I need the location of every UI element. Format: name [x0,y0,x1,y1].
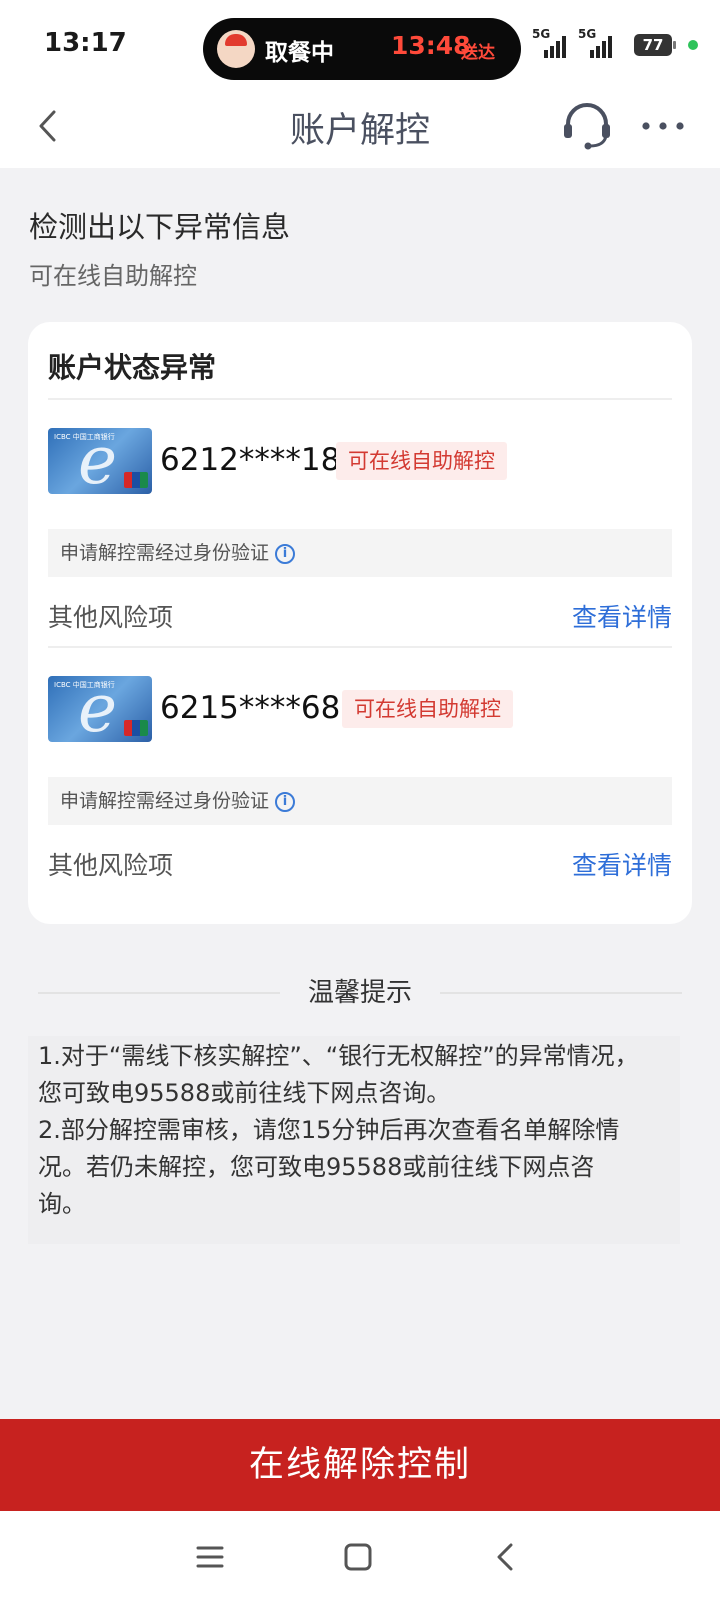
headset-icon [564,103,610,150]
online-release-button[interactable]: 在线解除控制 [0,1419,720,1511]
verification-notice: 申请解控需经过身份验证 i [48,777,672,825]
tip-line: 况。若仍未解控，您可致电95588或前往线下网点咨 [38,1153,595,1181]
anomaly-subheading: 可在线自助解控 [29,262,197,290]
info-icon[interactable]: i [275,791,296,812]
account-status-card: 账户状态异常 ICBC 中国工商银行 e 6212****1836 可在线自助解… [28,322,692,924]
tip-line: 1.对于“需线下核实解控”、“银行无权解控”的异常情况， [38,1042,639,1070]
account-row: ICBC 中国工商银行 e 6215****6835 可在线自助解控 [48,676,672,742]
signal-5g-icon: 5G [532,27,572,58]
verification-notice-text: 申请解控需经过身份验证 [60,790,270,812]
menu-icon [196,1546,224,1568]
signal-5g-icon-2: 5G [578,27,618,58]
risk-row: 其他风险项 查看详情 [48,842,672,882]
home-square-icon [344,1543,372,1571]
tip-line: 您可致电95588或前往线下网点咨询。 [38,1079,451,1107]
info-icon[interactable]: i [275,543,296,564]
verification-notice: 申请解控需经过身份验证 i [48,529,672,577]
battery-icon: 77 [634,34,676,56]
status-badge: 可在线自助解控 [342,690,513,728]
tip-line: 询。 [38,1190,86,1218]
tips-header: 温馨提示 [38,970,682,1014]
view-details-link[interactable]: 查看详情 [572,846,672,882]
tips-title: 温馨提示 [307,978,412,1008]
status-time: 13:17 [44,28,127,58]
verification-notice-text: 申请解控需经过身份验证 [60,542,270,564]
divider [48,398,672,400]
account-row: ICBC 中国工商银行 e 6212****1836 可在线自助解控 [48,428,672,494]
divider [440,992,682,994]
privacy-indicator-dot [688,40,698,50]
customer-service-button[interactable] [560,100,614,154]
anomaly-heading: 检测出以下异常信息 [29,210,291,244]
network-type-label: 5G [532,27,551,41]
live-eta-text: 13:48 [391,31,471,60]
tip-line: 2.部分解控需审核，请您15分钟后再次查看名单解除情 [38,1116,620,1144]
courier-avatar-icon [217,30,255,68]
tips-content: 1.对于“需线下核实解控”、“银行无权解控”的异常情况， 您可致电95588或前… [28,1036,680,1244]
more-button[interactable] [638,104,688,148]
live-activity-pill[interactable]: 取餐中 13:48 送达 [203,18,521,80]
nav-bar: 账户解控 [0,90,720,168]
system-nav-bar [0,1511,720,1600]
network-type-label-2: 5G [578,27,597,41]
risk-label: 其他风险项 [48,603,174,632]
live-deliver-text: 送达 [461,43,495,63]
live-status-text: 取餐中 [265,40,334,66]
risk-label: 其他风险项 [48,851,174,880]
bank-card-image: ICBC 中国工商银行 e [48,676,152,742]
menu-button[interactable] [190,1537,230,1577]
view-details-link[interactable]: 查看详情 [572,598,672,634]
system-back-button[interactable] [486,1537,526,1577]
back-arrow-icon [497,1543,513,1571]
risk-row: 其他风险项 查看详情 [48,594,672,634]
divider [48,646,672,648]
more-icon [642,122,684,130]
home-button[interactable] [338,1537,378,1577]
bank-card-image: ICBC 中国工商银行 e [48,428,152,494]
card-title: 账户状态异常 [48,351,217,384]
status-bar: 13:17 取餐中 13:48 送达 5G 5G 77 [0,0,720,90]
status-badge: 可在线自助解控 [336,442,507,480]
